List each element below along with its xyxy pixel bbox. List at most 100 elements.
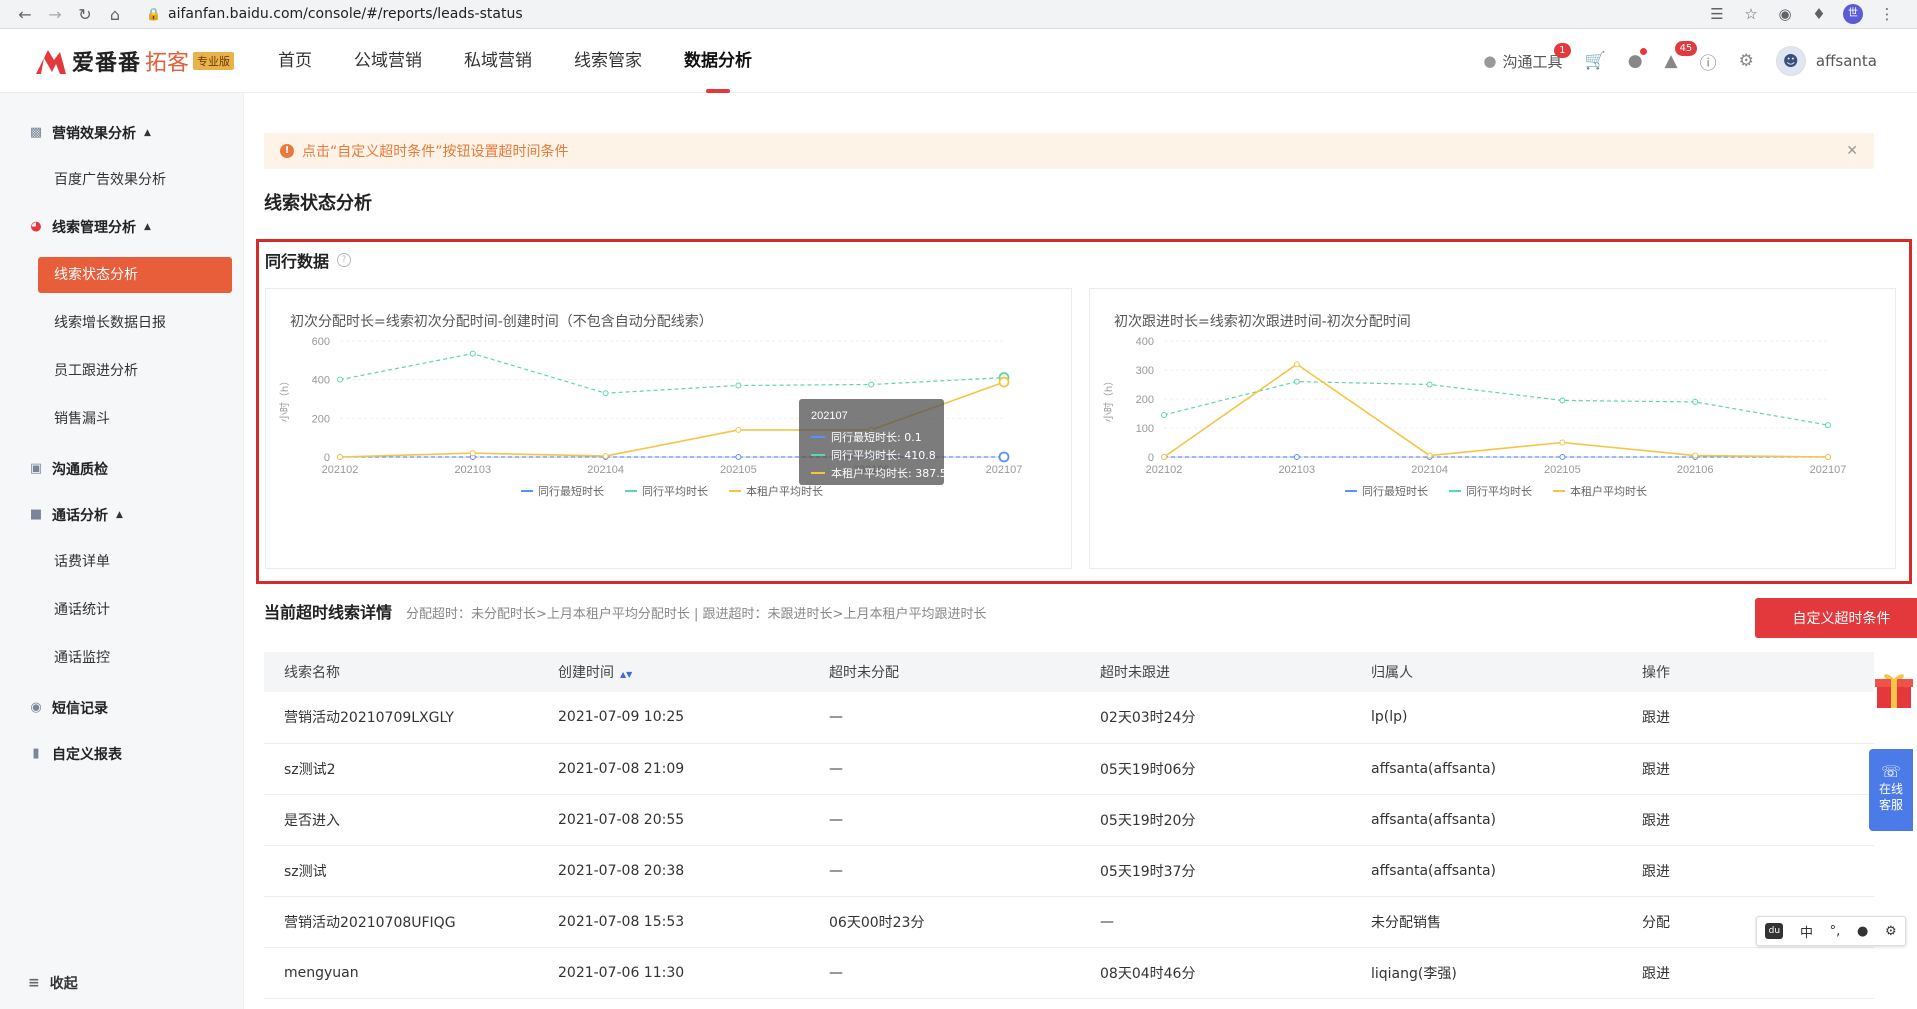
help-icon[interactable]: ? bbox=[337, 253, 352, 267]
sidebar-group-call-analysis[interactable]: ■ 通话分析 ▲ bbox=[28, 505, 123, 525]
settings-gear-icon[interactable]: ⚙ bbox=[1739, 51, 1754, 71]
logo[interactable]: 爱番番 拓客 专业版 bbox=[34, 45, 235, 77]
reload-icon[interactable]: ↻ bbox=[72, 1, 98, 27]
ime-settings-icon[interactable]: ⚙ bbox=[1885, 924, 1897, 939]
gift-icon[interactable] bbox=[1873, 668, 1915, 710]
sidebar-item-call-stats[interactable]: 通话统计 bbox=[38, 592, 232, 628]
browser-toolbar: ← → ↻ ⌂ 🔒 aifanfan.baidu.com/console/#/r… bbox=[0, 0, 1917, 29]
legend-label: 同行平均时长 bbox=[642, 485, 708, 498]
tooltip-line: 本租户平均时长: 387.5 bbox=[831, 466, 947, 480]
sidebar-item-call-monitor[interactable]: 通话监控 bbox=[38, 640, 232, 676]
column-header-unassigned: 超时未分配 bbox=[809, 652, 1080, 692]
phone-icon: ■ bbox=[29, 507, 43, 522]
sidebar-item-call-bill[interactable]: 话费详单 bbox=[38, 544, 232, 580]
sidebar-group-label: 营销效果分析 bbox=[52, 126, 136, 142]
sidebar-group-marketing-effect[interactable]: ▩ 营销效果分析 ▲ bbox=[28, 123, 151, 143]
table-row: 营销活动20210708UFIQG 2021-07-08 15:53 06天00时2… bbox=[264, 896, 1874, 948]
row-action-link[interactable]: 跟进 bbox=[1622, 692, 1874, 744]
lock-icon: 🔒 bbox=[146, 7, 161, 21]
data-point bbox=[1293, 361, 1300, 368]
communication-tool-button[interactable]: ● 沟通工具 1 bbox=[1483, 42, 1571, 72]
custom-timeout-button[interactable]: 自定义超时条件 bbox=[1755, 598, 1917, 638]
owner: affsanta(affsanta) bbox=[1351, 845, 1622, 897]
user-avatar[interactable]: ☻ bbox=[1775, 46, 1806, 76]
sidebar-collapse-button[interactable]: ≡ 收起 bbox=[28, 973, 78, 993]
sidebar-item-staff-followup[interactable]: 员工跟进分析 bbox=[38, 353, 232, 389]
overdue-note: 分配超时：未分配时长>上月本租户平均分配时长 | 跟进超时：未跟进时长>上月本租… bbox=[406, 607, 987, 622]
column-header-unfollowed: 超时未跟进 bbox=[1080, 652, 1351, 692]
row-action-link[interactable]: 跟进 bbox=[1622, 794, 1874, 846]
lead-name-link[interactable]: sz测试 bbox=[264, 845, 538, 897]
sidebar-item-sales-funnel[interactable]: 销售漏斗 bbox=[38, 401, 232, 437]
column-header-created[interactable]: 创建时间 ▲▼ bbox=[538, 652, 809, 692]
nav-home[interactable]: 首页 bbox=[278, 29, 312, 93]
sidebar-group-communication-qc[interactable]: ▣ 沟通质检 bbox=[28, 459, 108, 479]
ime-logo-icon[interactable]: du bbox=[1765, 923, 1784, 939]
unfollowed-duration: 05天19时06分 bbox=[1080, 743, 1351, 795]
created-time: 2021-07-09 10:25 bbox=[538, 692, 809, 744]
nav-private-marketing[interactable]: 私域营销 bbox=[464, 29, 532, 93]
ime-language-toggle[interactable]: 中 bbox=[1800, 922, 1813, 941]
row-action-link[interactable]: 跟进 bbox=[1622, 947, 1874, 999]
sidebar-group-custom-report[interactable]: ▮ 自定义报表 bbox=[28, 744, 122, 764]
lead-name-link[interactable]: 营销活动20210709LXGLY bbox=[264, 692, 538, 744]
cart-icon[interactable]: 🛒 bbox=[1585, 51, 1606, 71]
nav-public-marketing[interactable]: 公域营销 bbox=[354, 29, 422, 93]
data-point bbox=[337, 376, 343, 383]
column-chart-icon: ▮ bbox=[32, 746, 40, 761]
sidebar-group-sms-records[interactable]: ◉ 短信记录 bbox=[28, 698, 108, 718]
profile-avatar[interactable]: 世 bbox=[1843, 4, 1863, 24]
lead-name-link[interactable]: 营销活动20210708UFIQG bbox=[264, 896, 538, 948]
camera-icon[interactable]: ◉ bbox=[1775, 5, 1795, 23]
x-tick-label: 202104 bbox=[1411, 464, 1448, 476]
translate-icon[interactable]: ☰ bbox=[1707, 5, 1727, 23]
x-tick-label: 202106 bbox=[1677, 464, 1714, 476]
ime-punctuation-toggle[interactable]: °, bbox=[1830, 924, 1841, 939]
sidebar-group-label: 短信记录 bbox=[52, 701, 108, 717]
back-icon[interactable]: ← bbox=[12, 1, 38, 27]
nav-leads-manager[interactable]: 线索管家 bbox=[574, 29, 642, 93]
address-bar[interactable]: 🔒 aifanfan.baidu.com/console/#/reports/l… bbox=[146, 2, 1707, 26]
peer-data-section: 同行数据 ? 初次分配时长=线索初次分配时间-创建时间（不包含自动分配线索） 0… bbox=[256, 239, 1912, 584]
row-action-link[interactable]: 跟进 bbox=[1622, 845, 1874, 897]
legend-label: 同行最短时长 bbox=[1362, 484, 1428, 498]
created-time: 2021-07-08 21:09 bbox=[538, 743, 809, 795]
unfollowed-duration: 05天19时20分 bbox=[1080, 794, 1351, 846]
user-manage-icon[interactable]: ● bbox=[1628, 48, 1647, 71]
lead-name-link[interactable]: 是否进入 bbox=[264, 794, 538, 846]
lead-name-link[interactable]: mengyuan bbox=[264, 947, 538, 999]
data-point bbox=[1692, 398, 1699, 405]
sidebar-item-leads-status[interactable]: 线索状态分析 bbox=[38, 257, 232, 293]
data-point bbox=[1559, 454, 1566, 460]
row-action-link[interactable]: 跟进 bbox=[1622, 743, 1874, 795]
online-service-button[interactable]: ☏ 在线 客服 bbox=[1869, 749, 1913, 831]
home-icon[interactable]: ⌂ bbox=[102, 1, 128, 27]
sidebar-item-baidu-ad-effect[interactable]: 百度广告效果分析 bbox=[38, 162, 232, 198]
bell-icon[interactable]: ▲ 45 bbox=[1665, 41, 1698, 71]
caret-up-icon: ▲ bbox=[116, 510, 123, 520]
forward-icon[interactable]: → bbox=[42, 1, 68, 27]
x-tick-label: 202105 bbox=[1544, 464, 1581, 476]
sort-icon[interactable]: ▲▼ bbox=[620, 670, 632, 679]
sidebar-group-leads-management[interactable]: ◕ 线索管理分析 ▲ bbox=[28, 217, 151, 237]
data-point bbox=[735, 382, 742, 389]
extensions-icon[interactable]: ♦ bbox=[1809, 5, 1829, 23]
lead-name-link[interactable]: sz测试2 bbox=[264, 743, 538, 795]
help-circle-icon[interactable]: ⓘ bbox=[1700, 49, 1717, 74]
close-icon[interactable]: ✕ bbox=[1846, 143, 1858, 159]
ime-dot-icon[interactable]: ● bbox=[1857, 924, 1868, 939]
user-name[interactable]: affsanta bbox=[1816, 52, 1877, 70]
overdue-leads-table: 线索名称 创建时间 ▲▼ 超时未分配 超时未跟进 归属人 操作 营销活动20210… bbox=[264, 652, 1874, 999]
tooltip-title: 202107 bbox=[811, 410, 848, 422]
unassigned-duration: 06天00时23分 bbox=[809, 896, 1080, 948]
y-tick-label: 0 bbox=[1148, 452, 1154, 464]
nav-data-analysis[interactable]: 数据分析 bbox=[684, 29, 752, 93]
sidebar-item-leads-growth-daily[interactable]: 线索增长数据日报 bbox=[38, 305, 232, 341]
data-point bbox=[735, 453, 742, 460]
assign-duration-chart-svg: 0 200 400 600 小时（h） 202102 202103 202104 202105 2… bbox=[279, 336, 1022, 498]
highlight-point bbox=[998, 451, 1010, 463]
more-menu-icon[interactable]: ⋮ bbox=[1877, 5, 1897, 23]
data-point bbox=[1825, 454, 1831, 460]
bookmark-star-icon[interactable]: ☆ bbox=[1741, 5, 1761, 23]
y-tick-label: 100 bbox=[1136, 423, 1154, 435]
